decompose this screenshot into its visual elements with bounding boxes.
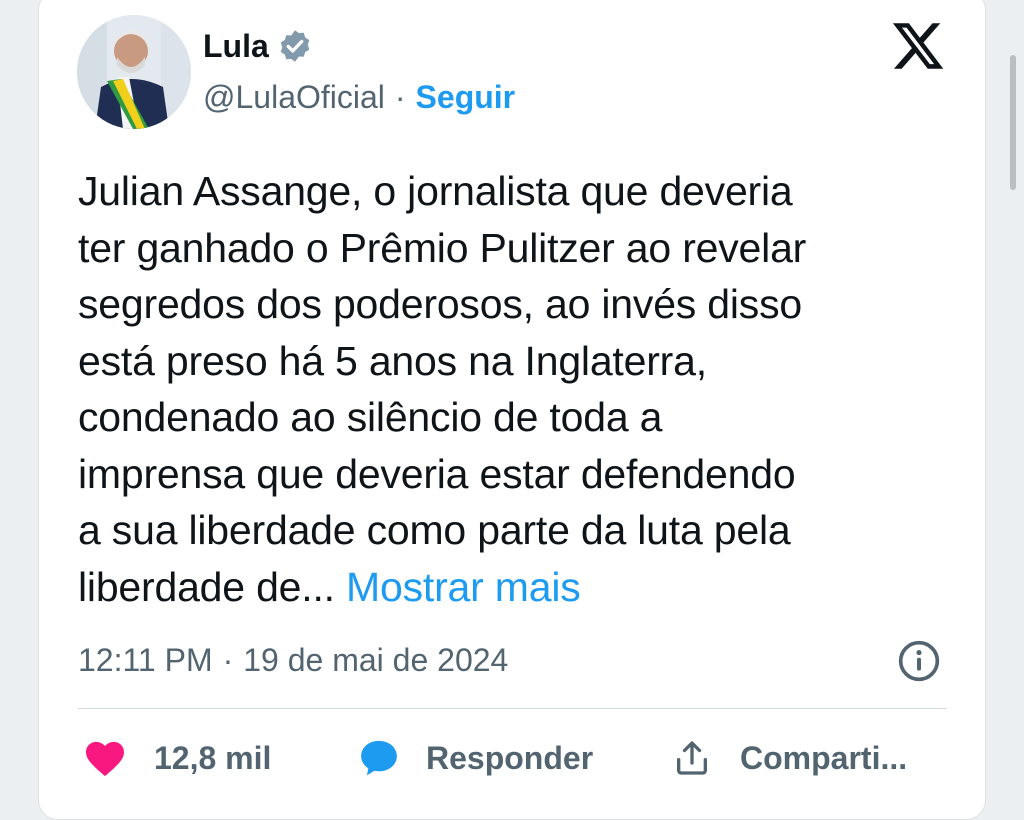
info-icon[interactable] [897,639,941,683]
tweet-line: ter ganhado o Prêmio Pulitzer ao revelar [78,224,807,271]
show-more-link[interactable]: Mostrar mais [346,564,581,610]
x-logo-icon[interactable] [890,18,946,74]
tweet-line: imprensa que deveria estar defendendo [78,450,796,497]
separator-dot: · [394,78,406,115]
tweet-line: a sua liberdade como parte da luta pela [78,507,791,553]
tweet-line: Julian Assange, o jornalista que deveria [78,168,793,214]
action-bar: 12,8 mil Responder Comparti... [78,728,958,788]
tweet-line: está preso há 5 anos na Inglaterra, [78,337,707,384]
speech-bubble-icon [358,737,400,779]
scrollbar[interactable] [1010,55,1016,190]
share-icon [672,737,712,779]
verified-badge-icon [277,28,313,64]
tweet-meta: 12:11 PM · 19 de mai de 2024 [78,638,508,682]
reply-label: Responder [426,739,594,776]
tweet-text: Julian Assange, o jornalista que deveria… [78,163,958,615]
like-count: 12,8 mil [154,739,272,776]
share-button[interactable]: Comparti... [672,728,907,788]
heart-icon [84,739,126,777]
tweet-line: segredos dos poderosos, ao invés disso [78,281,803,327]
author-row: Lula [203,23,313,69]
tweet-line: condenado ao silêncio de toda a [78,394,663,440]
share-label: Comparti... [740,739,908,776]
divider [78,708,947,709]
tweet-time[interactable]: 12:11 PM [78,642,213,679]
author-name[interactable]: Lula [203,28,269,65]
author-handle[interactable]: @LulaOficial [203,79,385,116]
tweet-line-last: liberdade de... Mostrar mais [78,559,958,616]
meta-separator: · [222,641,234,678]
tweet-date[interactable]: 19 de mai de 2024 [243,642,508,679]
avatar[interactable] [77,15,191,129]
reply-button[interactable]: Responder [358,728,593,788]
like-button[interactable]: 12,8 mil [84,728,271,788]
handle-row: @LulaOficial · Seguir [203,75,515,119]
tweet-line-text: liberdade de... [78,563,347,610]
follow-button[interactable]: Seguir [416,79,516,116]
